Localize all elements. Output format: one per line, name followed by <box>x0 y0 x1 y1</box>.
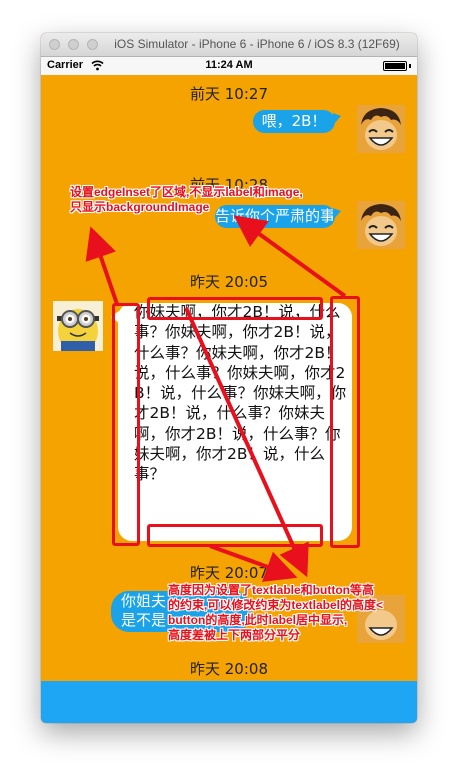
annotation-line: 高度差被上下两部分平分 <box>168 628 301 642</box>
window-title: iOS Simulator - iPhone 6 - iPhone 6 / iO… <box>114 37 400 51</box>
annotation-line: 设置edgeInset了区域,不显示label和image, <box>70 185 303 199</box>
timestamp: 昨天 20:08 <box>190 660 268 678</box>
battery-icon <box>383 61 407 71</box>
zoom-window-button[interactable] <box>87 39 98 50</box>
luffy-avatar[interactable] <box>357 201 405 249</box>
window-titlebar: iOS Simulator - iPhone 6 - iPhone 6 / iO… <box>41 33 417 57</box>
message-line: 你姐夫 <box>121 592 167 610</box>
annotation-box-left <box>112 303 140 546</box>
annotation-box-right <box>330 296 360 548</box>
message-text: 你妹夫啊，你才2B！说，什么事？你妹夫啊，你才2B！说，什么事？你妹夫啊，你才2… <box>134 303 347 484</box>
message-text: 喂，2B！ <box>261 112 327 130</box>
annotation-note-top: 设置edgeInset了区域,不显示label和image, 只显示backgr… <box>70 185 303 215</box>
message-line: 是不是 <box>121 611 167 629</box>
ios-status-bar: Carrier 11:24 AM <box>41 57 417 75</box>
annotation-line: button的高度,此时label居中显示, <box>168 613 348 627</box>
bubble-tail <box>333 208 341 220</box>
minimize-window-button[interactable] <box>68 39 79 50</box>
status-time: 11:24 AM <box>205 59 253 71</box>
annotation-box-top <box>147 297 323 320</box>
timestamp: 昨天 20:05 <box>190 273 268 291</box>
annotation-note-bottom: 高度因为设置了textlable和button等高 的约束,可以修改约束为tex… <box>168 583 383 643</box>
bubble-tail <box>333 113 341 125</box>
timestamp: 昨天 20:07 <box>190 564 268 582</box>
luffy-avatar[interactable] <box>357 105 405 153</box>
annotation-line: 高度因为设置了textlable和button等高 <box>168 583 374 597</box>
annotation-box-bottom <box>147 524 323 547</box>
battery-tip <box>409 64 411 68</box>
annotation-line: 的约束,可以修改约束为textlabel的高度< <box>168 598 384 612</box>
timestamp: 前天 10:27 <box>190 85 268 103</box>
annotation-line: 只显示backgroundImage <box>70 200 210 214</box>
close-window-button[interactable] <box>49 39 60 50</box>
minion-avatar[interactable] <box>53 301 103 351</box>
input-toolbar[interactable] <box>41 681 417 723</box>
outgoing-message-bubble[interactable]: 喂，2B！ <box>253 110 335 133</box>
